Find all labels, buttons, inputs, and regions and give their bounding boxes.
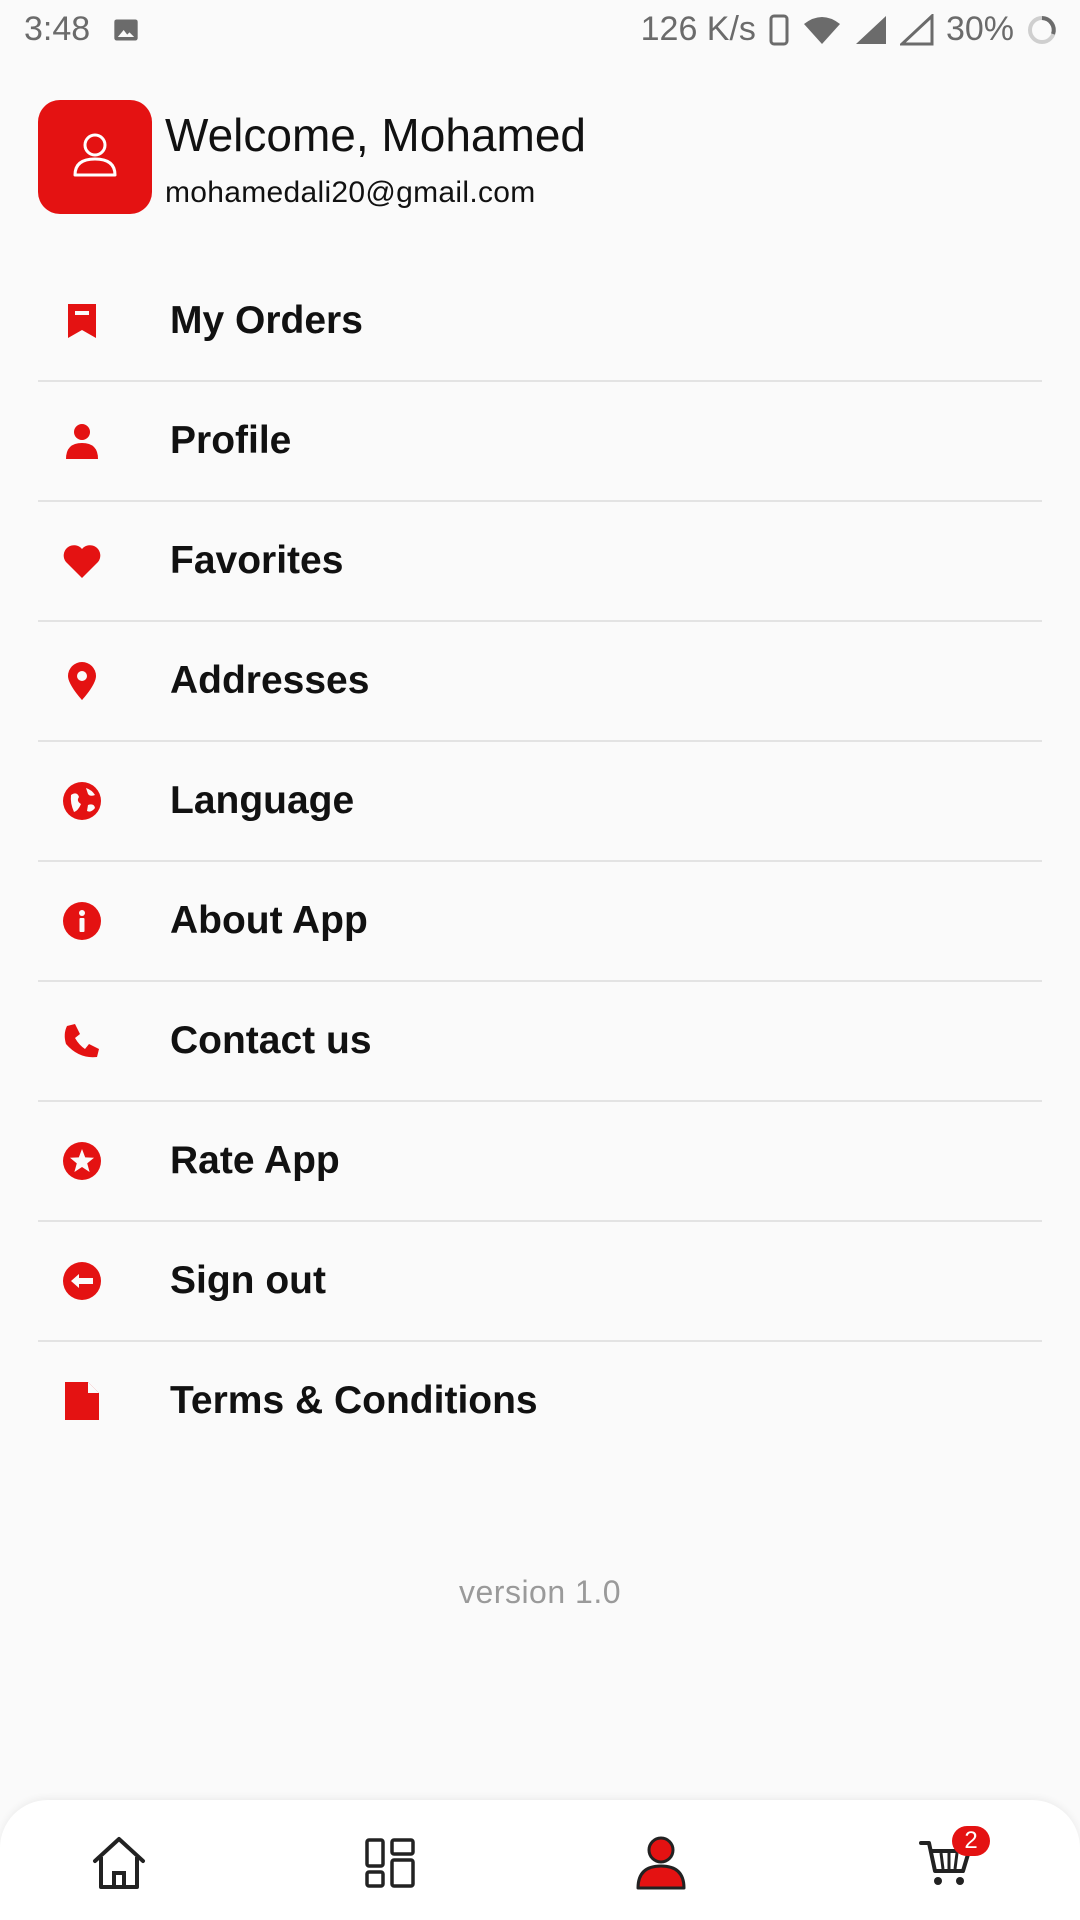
account-icon <box>635 1836 687 1895</box>
avatar[interactable] <box>38 100 152 214</box>
network-speed: 126 K/s <box>640 10 756 48</box>
user-email: mohamedali20@gmail.com <box>165 176 536 209</box>
menu-item-terms-conditions[interactable]: Terms & Conditions <box>38 1342 1042 1460</box>
nav-cart-button[interactable]: 2 <box>912 1826 990 1900</box>
orders-bookmark-icon <box>62 301 102 341</box>
person-icon <box>62 421 102 461</box>
menu-label: Profile <box>170 419 292 462</box>
menu-item-favorites[interactable]: Favorites <box>38 502 1042 622</box>
battery-ring-icon <box>1026 14 1058 46</box>
account-menu: My Orders Profile Favorites Addresses La <box>38 262 1042 1460</box>
menu-item-about-app[interactable]: About App <box>38 862 1042 982</box>
phone-icon <box>62 1021 102 1061</box>
menu-label: Terms & Conditions <box>170 1379 538 1422</box>
vibrate-icon <box>768 14 790 46</box>
account-screen: 3:48 126 K/s 30% Welcome, Mohamed mohame… <box>0 0 1080 1920</box>
heart-icon <box>62 541 102 581</box>
menu-label: Addresses <box>170 659 370 702</box>
info-icon <box>62 901 102 941</box>
location-pin-icon <box>62 661 102 701</box>
menu-label: Favorites <box>170 539 344 582</box>
menu-label: Language <box>170 779 355 822</box>
menu-label: My Orders <box>170 299 363 342</box>
menu-item-addresses[interactable]: Addresses <box>38 622 1042 742</box>
menu-label: Sign out <box>170 1259 326 1302</box>
nav-account-button[interactable] <box>626 1830 696 1900</box>
menu-item-sign-out[interactable]: Sign out <box>38 1222 1042 1342</box>
image-icon <box>112 16 140 44</box>
user-header: Welcome, Mohamed mohamedali20@gmail.com <box>38 100 1038 216</box>
menu-item-contact-us[interactable]: Contact us <box>38 982 1042 1102</box>
sign-out-icon <box>62 1261 102 1301</box>
app-version: version 1.0 <box>458 1574 622 1610</box>
nav-categories-button[interactable] <box>355 1830 425 1900</box>
menu-item-rate-app[interactable]: Rate App <box>38 1102 1042 1222</box>
home-icon <box>89 1835 149 1896</box>
bottom-navigation: 2 <box>0 1800 1080 1920</box>
categories-icon <box>364 1837 416 1894</box>
welcome-title: Welcome, Mohamed <box>165 109 586 161</box>
menu-label: Contact us <box>170 1019 372 1062</box>
battery-level: 30% <box>945 10 1014 48</box>
signal-icon <box>854 14 888 46</box>
wifi-icon <box>802 14 842 46</box>
star-circle-icon <box>62 1141 102 1181</box>
document-icon <box>62 1381 102 1421</box>
user-outline-icon <box>67 127 123 188</box>
status-bar: 3:48 126 K/s 30% <box>0 0 1080 60</box>
signal-empty-icon <box>899 13 934 46</box>
status-time: 3:48 <box>24 10 91 48</box>
nav-home-button[interactable] <box>84 1830 154 1900</box>
globe-icon <box>62 781 102 821</box>
menu-label: Rate App <box>170 1139 340 1182</box>
cart-badge: 2 <box>952 1826 990 1856</box>
menu-item-language[interactable]: Language <box>38 742 1042 862</box>
menu-item-profile[interactable]: Profile <box>38 382 1042 502</box>
menu-label: About App <box>170 899 368 942</box>
menu-item-my-orders[interactable]: My Orders <box>38 262 1042 382</box>
